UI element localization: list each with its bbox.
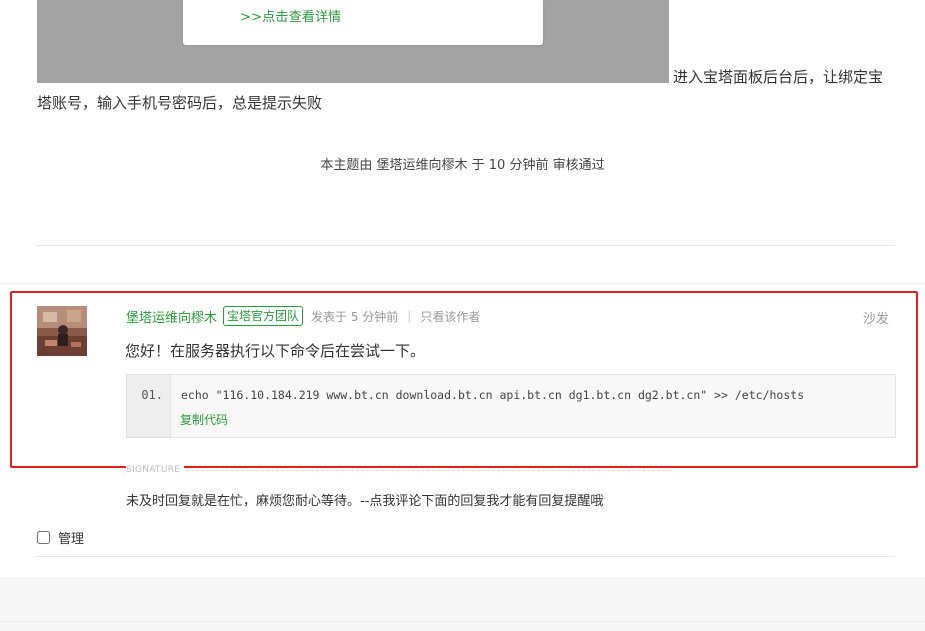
code-gutter: 01. bbox=[127, 375, 171, 437]
divider bbox=[37, 556, 895, 557]
floor-label[interactable]: 沙发 bbox=[863, 308, 889, 327]
signature-text: 未及时回复就是在忙，麻烦您耐心等待。--点我评论下面的回复我才能有回复提醒哦 bbox=[126, 494, 604, 509]
review-note: 本主题由 堡塔运维向樛木 于 10 分钟前 审核通过 bbox=[320, 158, 605, 173]
copy-code-button[interactable]: 复制代码 bbox=[180, 411, 228, 428]
manage-label: 管理 bbox=[58, 532, 85, 547]
reply-text: 您好！在服务器执行以下命令后在尝试一下。 bbox=[125, 342, 426, 360]
manage-control[interactable]: 管理 bbox=[37, 528, 84, 547]
official-team-badge: 宝塔官方团队 bbox=[223, 306, 304, 326]
avatar-image bbox=[37, 306, 87, 356]
avatar[interactable] bbox=[37, 306, 87, 356]
divider bbox=[0, 621, 925, 622]
code-block: 01. echo "116.10.184.219 www.bt.cn downl… bbox=[126, 374, 896, 438]
meta-separator: | bbox=[407, 309, 412, 323]
view-details-link[interactable]: >>点击查看详情 bbox=[240, 6, 341, 25]
line-number: 01. bbox=[141, 388, 163, 402]
posted-time: 发表于 5 分钟前 bbox=[311, 309, 399, 324]
author-name[interactable]: 堡塔运维向樛木 bbox=[126, 307, 217, 326]
divider bbox=[37, 245, 895, 246]
post-body: 进入宝塔面板后台后，让绑定宝塔账号，输入手机号密码后，总是提示失败 bbox=[37, 64, 892, 116]
reply-meta: 堡塔运维向樛木 宝塔官方团队 发表于 5 分钟前 | 只看该作者 bbox=[126, 305, 480, 327]
image-popup: >>点击查看详情 bbox=[183, 0, 543, 45]
signature-divider bbox=[126, 470, 670, 471]
manage-checkbox[interactable] bbox=[37, 531, 50, 544]
post-text: 进入宝塔面板后台后，让绑定宝塔账号，输入手机号密码后，总是提示失败 bbox=[37, 68, 884, 112]
code-line: echo "116.10.184.219 www.bt.cn download.… bbox=[181, 388, 805, 402]
only-author-link[interactable]: 只看该作者 bbox=[420, 308, 480, 325]
signature-label: SIGNATURE bbox=[126, 465, 185, 475]
